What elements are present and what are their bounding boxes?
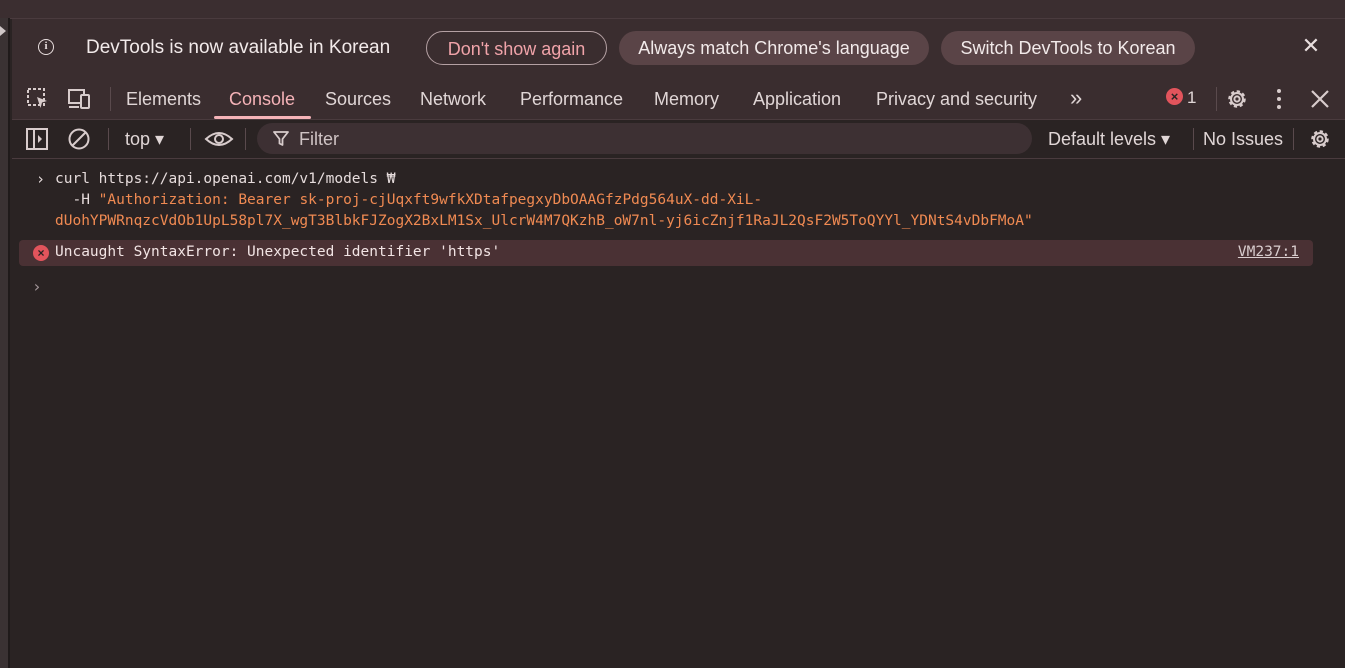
tab-memory[interactable]: Memory (654, 89, 719, 110)
language-infobar: i DevTools is now available in Korean Do… (12, 19, 1345, 78)
command-header-string: "Authorization: Bearer sk-proj-cjUqxft9w… (98, 192, 763, 208)
infobar-message: DevTools is now available in Korean (86, 37, 391, 58)
settings-gear-icon[interactable] (1224, 86, 1250, 112)
context-selector[interactable]: top ▾ (125, 129, 164, 150)
error-source-link[interactable]: VM237:1 (1238, 244, 1299, 260)
infobar-close-icon[interactable]: ✕ (1301, 35, 1321, 57)
devtools-panel: i DevTools is now available in Korean Do… (12, 19, 1345, 668)
left-panel-edge[interactable] (0, 18, 10, 668)
active-tab-indicator (214, 116, 311, 119)
switch-to-korean-button[interactable]: Switch DevTools to Korean (941, 31, 1195, 65)
close-devtools-icon[interactable] (1307, 86, 1333, 112)
tab-performance[interactable]: Performance (520, 89, 623, 110)
error-x-icon: × (33, 245, 49, 261)
toolbar-separator (1216, 87, 1217, 111)
always-match-language-button[interactable]: Always match Chrome's language (619, 31, 929, 65)
toolbar-separator (1293, 128, 1294, 150)
filter-funnel-icon (273, 131, 289, 146)
command-line-1[interactable]: curl https://api.openai.com/v1/models ₩ (55, 171, 395, 187)
command-line-3[interactable]: dUohYPWRnqzcVdOb1UpL58pl7X_wgT3BlbkFJZog… (55, 213, 1033, 229)
live-expression-eye-icon[interactable] (204, 126, 234, 152)
devtools-tabbar: Elements Console Sources Network Perform… (12, 78, 1345, 120)
console-toolbar: top ▾ Filter Default levels ▾ No Issues (12, 120, 1345, 159)
command-flag: -H (55, 192, 99, 208)
more-tabs-chevron-icon[interactable]: » (1070, 85, 1082, 111)
tab-network[interactable]: Network (420, 89, 486, 110)
filter-input[interactable]: Filter (257, 123, 1032, 154)
filter-placeholder: Filter (299, 129, 339, 149)
info-icon: i (38, 39, 54, 55)
sidebar-toggle-icon[interactable] (24, 126, 50, 152)
tab-application[interactable]: Application (753, 89, 841, 110)
input-echo-arrow-icon: › (36, 170, 46, 188)
window-top-strip (0, 0, 1345, 19)
console-prompt-caret-icon[interactable]: › (32, 277, 42, 296)
more-options-icon[interactable] (1266, 86, 1292, 112)
toolbar-separator (108, 128, 109, 150)
error-count[interactable]: 1 (1187, 88, 1196, 108)
toolbar-separator (190, 128, 191, 150)
command-line-2[interactable]: -H "Authorization: Bearer sk-proj-cjUqxf… (55, 192, 762, 208)
dont-show-again-button[interactable]: Don't show again (426, 31, 607, 65)
issues-counter[interactable]: No Issues (1203, 129, 1283, 150)
device-toolbar-icon[interactable] (66, 86, 92, 112)
console-settings-gear-icon[interactable] (1307, 126, 1333, 152)
inspect-element-icon[interactable] (25, 86, 51, 112)
toolbar-separator (110, 87, 111, 111)
error-message-row[interactable]: × Uncaught SyntaxError: Unexpected ident… (19, 240, 1313, 266)
log-levels-dropdown[interactable]: Default levels ▾ (1048, 129, 1170, 150)
toolbar-separator (1193, 128, 1194, 150)
clear-console-icon[interactable] (66, 126, 92, 152)
panel-collapse-arrow-icon[interactable] (0, 26, 6, 36)
error-message: Uncaught SyntaxError: Unexpected identif… (55, 244, 501, 260)
toolbar-separator (245, 128, 246, 150)
tab-elements[interactable]: Elements (126, 89, 201, 110)
tab-sources[interactable]: Sources (325, 89, 391, 110)
error-count-icon[interactable]: × (1166, 88, 1183, 105)
tab-privacy-security[interactable]: Privacy and security (876, 89, 1037, 110)
tab-console[interactable]: Console (229, 89, 295, 110)
